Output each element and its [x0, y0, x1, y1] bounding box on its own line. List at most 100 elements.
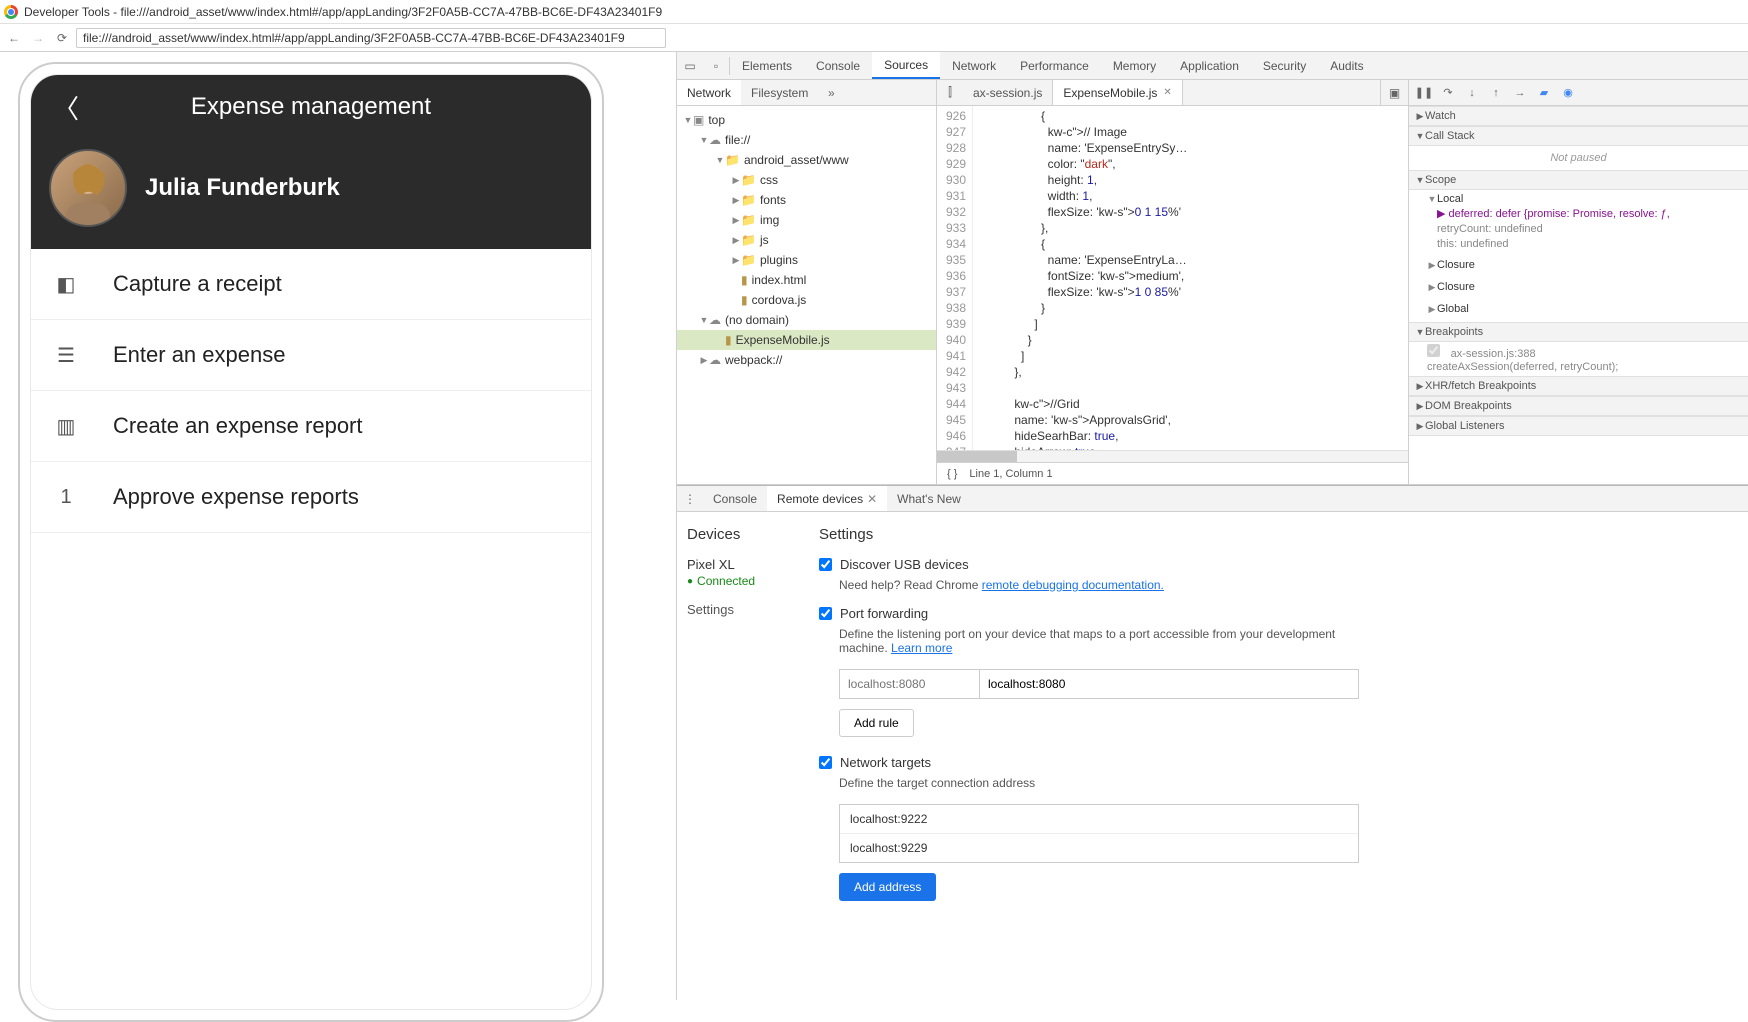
avatar: [49, 149, 127, 227]
portfwd-help: Define the listening port on your device…: [839, 627, 1359, 655]
add-rule-button[interactable]: Add rule: [839, 709, 914, 737]
h-scrollbar[interactable]: [937, 450, 1408, 462]
app-menu-item[interactable]: ☰Enter an expense: [31, 320, 591, 391]
step-icon[interactable]: →: [1511, 84, 1529, 102]
tree-node[interactable]: ▶📁fonts: [677, 190, 936, 210]
devtools-drawer: ⋮ ConsoleRemote devices✕What's New Devic…: [677, 485, 1748, 1000]
drawer-tab[interactable]: What's New: [887, 486, 971, 511]
step-over-icon[interactable]: ↷: [1439, 84, 1457, 102]
tree-node[interactable]: ▶📁img: [677, 210, 936, 230]
scope-closure2[interactable]: ▶Closure: [1409, 278, 1748, 300]
target-item[interactable]: localhost:9229: [840, 834, 1358, 862]
settings-link[interactable]: Settings: [687, 602, 799, 617]
watch-section[interactable]: ▶Watch: [1409, 106, 1748, 126]
scope-global[interactable]: ▶Global: [1409, 300, 1748, 322]
ntargets-help: Define the target connection address: [839, 776, 1359, 790]
app-menu-item[interactable]: 1Approve expense reports: [31, 462, 591, 533]
code-tab[interactable]: ax-session.js: [963, 80, 1053, 105]
add-address-button[interactable]: Add address: [839, 873, 936, 901]
inspect-icon[interactable]: ▭: [677, 59, 703, 73]
drawer-tab[interactable]: Remote devices✕: [767, 486, 887, 511]
scope-local: ▼Local ▶ deferred: defer {promise: Promi…: [1409, 190, 1748, 256]
tree-node[interactable]: ▶📁plugins: [677, 250, 936, 270]
code-status-bar: { } Line 1, Column 1: [937, 462, 1408, 484]
ntargets-label: Network targets: [840, 755, 931, 770]
breakpoints-section[interactable]: ▼Breakpoints: [1409, 322, 1748, 342]
step-into-icon[interactable]: ↓: [1463, 84, 1481, 102]
close-icon[interactable]: ✕: [1163, 87, 1171, 98]
not-paused-label: Not paused: [1409, 146, 1748, 170]
usb-help-link[interactable]: remote debugging documentation.: [982, 578, 1164, 592]
port-remote-input[interactable]: [979, 669, 1359, 699]
targets-list: localhost:9222localhost:9229: [839, 804, 1359, 863]
code-nav-icon[interactable]: ⫿: [937, 85, 963, 100]
target-item[interactable]: localhost:9222: [840, 805, 1358, 834]
tree-node[interactable]: ▼☁file://: [677, 130, 936, 150]
device-screen: 〈 Expense management Julia Funderburk ◧C…: [30, 74, 592, 1010]
close-icon[interactable]: ✕: [867, 492, 877, 506]
global-listeners-section[interactable]: ▶Global Listeners: [1409, 416, 1748, 436]
portfwd-help-link[interactable]: Learn more: [891, 641, 952, 655]
app-menu-item[interactable]: ▥Create an expense report: [31, 391, 591, 462]
devtools-tab-sources[interactable]: Sources: [872, 52, 940, 79]
ntargets-checkbox[interactable]: [819, 756, 832, 769]
devtools-tab-elements[interactable]: Elements: [730, 52, 804, 79]
scope-section[interactable]: ▼Scope: [1409, 170, 1748, 190]
app-menu-item[interactable]: ◧Capture a receipt: [31, 249, 591, 320]
file-icon: ▮: [741, 273, 748, 287]
braces-icon[interactable]: { }: [947, 468, 957, 480]
code-tab[interactable]: ExpenseMobile.js✕: [1053, 80, 1182, 105]
dom-bp-section[interactable]: ▶DOM Breakpoints: [1409, 396, 1748, 416]
sources-subtab-filesystem[interactable]: Filesystem: [741, 80, 818, 105]
bp-checkbox[interactable]: [1427, 344, 1440, 357]
drawer-menu-icon[interactable]: ⋮: [677, 492, 703, 506]
address-bar: ← → ⟳ file:///android_asset/www/index.ht…: [0, 24, 1748, 52]
devtools-tab-audits[interactable]: Audits: [1318, 52, 1375, 79]
usb-help: Need help? Read Chrome remote debugging …: [839, 578, 1359, 592]
more-subtabs-icon[interactable]: »: [818, 86, 844, 100]
drawer-tab[interactable]: Console: [703, 486, 767, 511]
tree-label: js: [760, 233, 769, 247]
port-local-input[interactable]: [839, 669, 979, 699]
breakpoint-item[interactable]: ax-session.js:388 createAxSession(deferr…: [1409, 342, 1748, 376]
pause-icon[interactable]: ❚❚: [1415, 84, 1433, 102]
devtools-tab-memory[interactable]: Memory: [1101, 52, 1168, 79]
devtools-tab-performance[interactable]: Performance: [1008, 52, 1101, 79]
tree-node[interactable]: ▮cordova.js: [677, 290, 936, 310]
back-icon[interactable]: 〈: [53, 89, 79, 126]
device-toggle-icon[interactable]: ▫: [703, 59, 729, 73]
scope-closure1[interactable]: ▶Closure: [1409, 256, 1748, 278]
nav-forward-button[interactable]: →: [28, 28, 48, 48]
file-tree[interactable]: ▼▣top▼☁file://▼📁android_asset/www▶📁css▶📁…: [677, 106, 936, 484]
devtools-tab-network[interactable]: Network: [940, 52, 1008, 79]
tree-label: cordova.js: [752, 293, 807, 307]
tree-node[interactable]: ▶☁webpack://: [677, 350, 936, 370]
deactivate-bp-icon[interactable]: ▰: [1535, 84, 1553, 102]
tree-node[interactable]: ▶📁css: [677, 170, 936, 190]
tree-node[interactable]: ▮ExpenseMobile.js: [677, 330, 936, 350]
tree-node[interactable]: ▼▣top: [677, 110, 936, 130]
devtools-tab-application[interactable]: Application: [1168, 52, 1251, 79]
code-editor[interactable]: 926 927 928 929 930 931 932 933 934 935 …: [937, 106, 1408, 450]
pause-exceptions-icon[interactable]: ◉: [1559, 84, 1577, 102]
scope-var: this: undefined: [1437, 237, 1742, 252]
xhr-bp-section[interactable]: ▶XHR/fetch Breakpoints: [1409, 376, 1748, 396]
sources-subtab-network[interactable]: Network: [677, 80, 741, 105]
devtools-tab-security[interactable]: Security: [1251, 52, 1318, 79]
code-body[interactable]: { kw-c">// Image name: 'ExpenseEntrySy… …: [973, 106, 1408, 450]
nav-back-button[interactable]: ←: [4, 28, 24, 48]
callstack-section[interactable]: ▼Call Stack: [1409, 126, 1748, 146]
url-input[interactable]: file:///android_asset/www/index.html#/ap…: [76, 28, 666, 48]
portfwd-checkbox[interactable]: [819, 607, 832, 620]
toggle-nav-icon[interactable]: ▣: [1380, 80, 1408, 106]
step-out-icon[interactable]: ↑: [1487, 84, 1505, 102]
tree-node[interactable]: ▮index.html: [677, 270, 936, 290]
tree-node[interactable]: ▼📁android_asset/www: [677, 150, 936, 170]
devtools-tab-console[interactable]: Console: [804, 52, 872, 79]
device-item[interactable]: Pixel XL: [687, 557, 799, 572]
usb-checkbox[interactable]: [819, 558, 832, 571]
nav-reload-button[interactable]: ⟳: [52, 28, 72, 48]
tree-node[interactable]: ▶📁js: [677, 230, 936, 250]
tree-label: img: [760, 213, 779, 227]
tree-node[interactable]: ▼☁(no domain): [677, 310, 936, 330]
